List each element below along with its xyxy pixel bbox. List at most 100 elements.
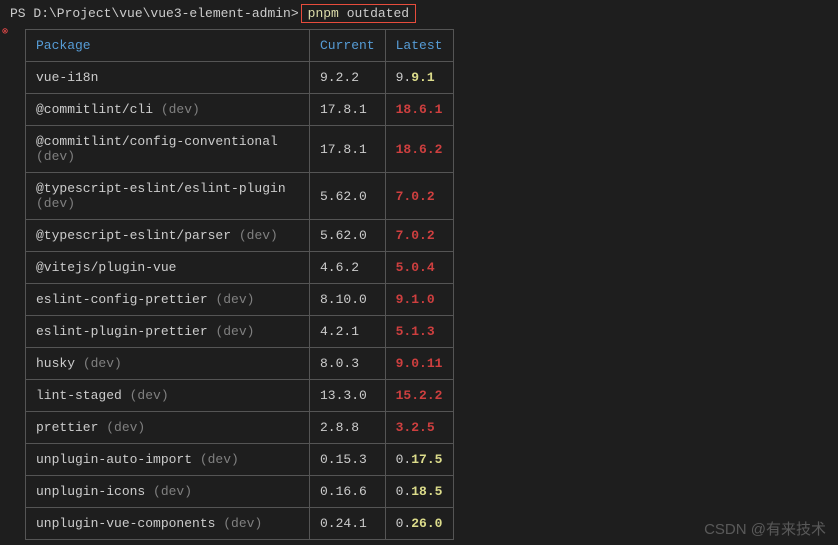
package-name: unplugin-icons bbox=[36, 484, 145, 499]
table-row: @vitejs/plugin-vue 4.6.2 5.0.4 bbox=[26, 252, 454, 284]
current-version-cell: 17.8.1 bbox=[310, 94, 386, 126]
package-cell: eslint-config-prettier (dev) bbox=[26, 284, 310, 316]
table-row: eslint-config-prettier (dev)8.10.09.1.0 bbox=[26, 284, 454, 316]
prompt-path: PS D:\Project\vue\vue3-element-admin> bbox=[10, 6, 299, 21]
package-name: prettier bbox=[36, 420, 98, 435]
table-row: lint-staged (dev)13.3.015.2.2 bbox=[26, 380, 454, 412]
package-name: eslint-plugin-prettier bbox=[36, 324, 208, 339]
table-row: @commitlint/cli (dev)17.8.118.6.1 bbox=[26, 94, 454, 126]
latest-highlight: 18.5 bbox=[411, 484, 442, 499]
header-latest: Latest bbox=[385, 30, 453, 62]
dev-tag: (dev) bbox=[215, 516, 262, 531]
package-cell: @typescript-eslint/eslint-plugin (dev) bbox=[26, 173, 310, 220]
dev-tag: (dev) bbox=[208, 324, 255, 339]
current-version-cell: 2.8.8 bbox=[310, 412, 386, 444]
dev-tag: (dev) bbox=[145, 484, 192, 499]
outdated-table-container: Package Current Latest vue-i18n 9.2.29.9.… bbox=[25, 29, 828, 540]
current-version-cell: 8.10.0 bbox=[310, 284, 386, 316]
package-name: eslint-config-prettier bbox=[36, 292, 208, 307]
dev-tag: (dev) bbox=[122, 388, 169, 403]
table-row: unplugin-auto-import (dev)0.15.30.17.5 bbox=[26, 444, 454, 476]
latest-version-cell: 9.9.1 bbox=[385, 62, 453, 94]
latest-highlight: 26.0 bbox=[411, 516, 442, 531]
latest-version-cell: 18.6.2 bbox=[385, 126, 453, 173]
package-cell: eslint-plugin-prettier (dev) bbox=[26, 316, 310, 348]
latest-version-cell: 9.0.11 bbox=[385, 348, 453, 380]
header-package: Package bbox=[26, 30, 310, 62]
package-cell: husky (dev) bbox=[26, 348, 310, 380]
latest-highlight: 5.1.3 bbox=[396, 324, 435, 339]
current-version-cell: 17.8.1 bbox=[310, 126, 386, 173]
latest-highlight: 9.0.11 bbox=[396, 356, 443, 371]
latest-highlight: 18.6.2 bbox=[396, 142, 443, 157]
table-row: @typescript-eslint/parser (dev)5.62.07.0… bbox=[26, 220, 454, 252]
latest-version-cell: 18.6.1 bbox=[385, 94, 453, 126]
latest-version-cell: 3.2.5 bbox=[385, 412, 453, 444]
package-name: unplugin-vue-components bbox=[36, 516, 215, 531]
package-name: husky bbox=[36, 356, 75, 371]
latest-highlight: 17.5 bbox=[411, 452, 442, 467]
package-cell: @commitlint/cli (dev) bbox=[26, 94, 310, 126]
prompt-line[interactable]: PS D:\Project\vue\vue3-element-admin> pn… bbox=[10, 4, 828, 23]
latest-prefix: 0. bbox=[396, 484, 412, 499]
latest-version-cell: 0.17.5 bbox=[385, 444, 453, 476]
latest-version-cell: 9.1.0 bbox=[385, 284, 453, 316]
package-cell: unplugin-icons (dev) bbox=[26, 476, 310, 508]
dev-tag: (dev) bbox=[98, 420, 145, 435]
table-row: unplugin-vue-components (dev)0.24.10.26.… bbox=[26, 508, 454, 540]
latest-version-cell: 0.26.0 bbox=[385, 508, 453, 540]
latest-highlight: 3.2.5 bbox=[396, 420, 435, 435]
current-version-cell: 0.15.3 bbox=[310, 444, 386, 476]
latest-version-cell: 7.0.2 bbox=[385, 173, 453, 220]
table-row: vue-i18n 9.2.29.9.1 bbox=[26, 62, 454, 94]
dev-tag: (dev) bbox=[208, 292, 255, 307]
latest-highlight: 5.0.4 bbox=[396, 260, 435, 275]
latest-highlight: 7.0.2 bbox=[396, 189, 435, 204]
terminal-output: PS D:\Project\vue\vue3-element-admin> pn… bbox=[0, 0, 838, 544]
package-cell: @typescript-eslint/parser (dev) bbox=[26, 220, 310, 252]
package-name: @vitejs/plugin-vue bbox=[36, 260, 176, 275]
error-indicator-icon: ⊗ bbox=[2, 26, 8, 38]
table-row: prettier (dev)2.8.83.2.5 bbox=[26, 412, 454, 444]
header-current: Current bbox=[310, 30, 386, 62]
table-row: eslint-plugin-prettier (dev)4.2.15.1.3 bbox=[26, 316, 454, 348]
table-row: husky (dev)8.0.39.0.11 bbox=[26, 348, 454, 380]
package-cell: lint-staged (dev) bbox=[26, 380, 310, 412]
package-cell: prettier (dev) bbox=[26, 412, 310, 444]
current-version-cell: 4.6.2 bbox=[310, 252, 386, 284]
package-cell: unplugin-vue-components (dev) bbox=[26, 508, 310, 540]
table-row: @commitlint/config-conventional (dev)17.… bbox=[26, 126, 454, 173]
current-version-cell: 4.2.1 bbox=[310, 316, 386, 348]
package-name: @typescript-eslint/eslint-plugin bbox=[36, 181, 286, 196]
latest-highlight: 15.2.2 bbox=[396, 388, 443, 403]
latest-prefix: 0. bbox=[396, 516, 412, 531]
latest-highlight: 9.1 bbox=[411, 70, 434, 85]
package-cell: @vitejs/plugin-vue bbox=[26, 252, 310, 284]
latest-version-cell: 5.0.4 bbox=[385, 252, 453, 284]
current-version-cell: 8.0.3 bbox=[310, 348, 386, 380]
package-name: @commitlint/cli bbox=[36, 102, 153, 117]
table-row: unplugin-icons (dev)0.16.60.18.5 bbox=[26, 476, 454, 508]
package-name: unplugin-auto-import bbox=[36, 452, 192, 467]
package-name: lint-staged bbox=[36, 388, 122, 403]
dev-tag: (dev) bbox=[75, 356, 122, 371]
current-version-cell: 9.2.2 bbox=[310, 62, 386, 94]
outdated-table: Package Current Latest vue-i18n 9.2.29.9.… bbox=[25, 29, 454, 540]
table-header-row: Package Current Latest bbox=[26, 30, 454, 62]
latest-prefix: 0. bbox=[396, 452, 412, 467]
current-version-cell: 5.62.0 bbox=[310, 220, 386, 252]
package-name: @typescript-eslint/parser bbox=[36, 228, 231, 243]
latest-version-cell: 0.18.5 bbox=[385, 476, 453, 508]
dev-tag: (dev) bbox=[192, 452, 239, 467]
command-arg: outdated bbox=[347, 6, 409, 21]
command-highlight-box: pnpm outdated bbox=[301, 4, 416, 23]
current-version-cell: 13.3.0 bbox=[310, 380, 386, 412]
package-name: vue-i18n bbox=[36, 70, 98, 85]
package-cell: @commitlint/config-conventional (dev) bbox=[26, 126, 310, 173]
latest-version-cell: 15.2.2 bbox=[385, 380, 453, 412]
dev-tag: (dev) bbox=[36, 196, 75, 211]
current-version-cell: 5.62.0 bbox=[310, 173, 386, 220]
latest-version-cell: 7.0.2 bbox=[385, 220, 453, 252]
dev-tag: (dev) bbox=[153, 102, 200, 117]
command-name: pnpm bbox=[308, 6, 339, 21]
